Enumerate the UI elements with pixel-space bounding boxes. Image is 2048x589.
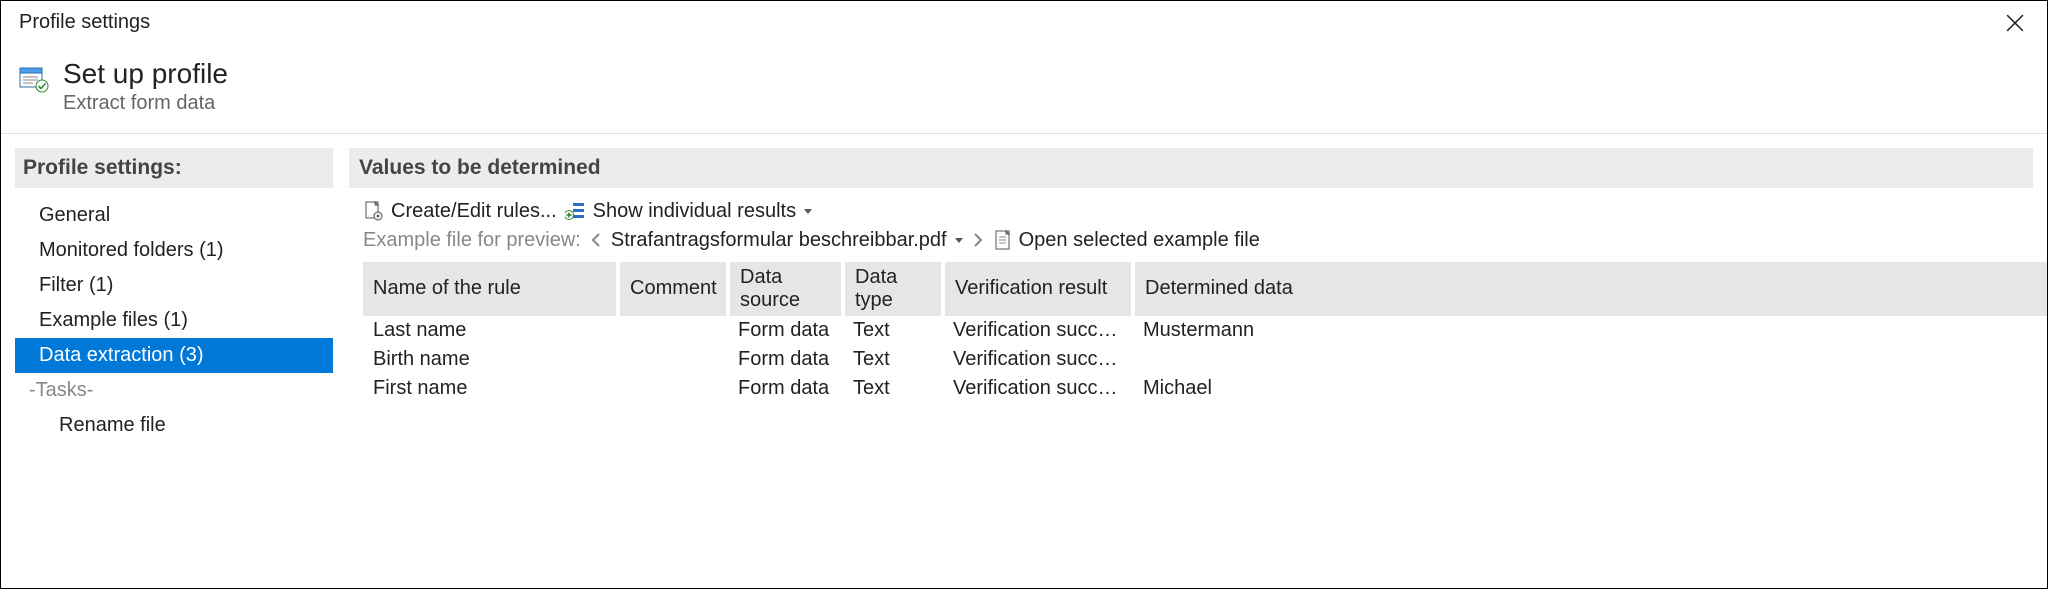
col-data-type[interactable]: Data type <box>843 262 943 316</box>
page-title: Set up profile <box>63 59 228 90</box>
sidebar-item-general[interactable]: General <box>15 198 333 233</box>
sidebar-heading: Profile settings: <box>15 148 333 188</box>
header: Set up profile Extract form data <box>1 45 2047 133</box>
document-gear-icon <box>363 200 385 222</box>
sidebar-item-monitored-folders[interactable]: Monitored folders (1) <box>15 233 333 268</box>
create-edit-rules-button[interactable]: Create/Edit rules... <box>363 200 557 223</box>
sidebar-item-example-files[interactable]: Example files (1) <box>15 303 333 338</box>
cell-source: Form data <box>728 345 843 374</box>
cell-verification: Verification successful <box>943 345 1133 374</box>
table-row[interactable]: First name Form data Text Verification s… <box>363 374 2047 403</box>
window-title: Profile settings <box>19 11 150 34</box>
sidebar-item-data-extraction[interactable]: Data extraction (3) <box>15 338 333 373</box>
example-file-label: Example file for preview: <box>363 229 581 252</box>
cell-type: Text <box>843 374 943 403</box>
chevron-left-icon <box>589 233 603 247</box>
col-comment[interactable]: Comment <box>618 262 728 316</box>
table-header-row: Name of the rule Comment Data source Dat… <box>363 262 2047 316</box>
show-individual-results-label: Show individual results <box>593 200 796 223</box>
sidebar-item-filter[interactable]: Filter (1) <box>15 268 333 303</box>
cell-source: Form data <box>728 374 843 403</box>
cell-comment <box>618 374 728 403</box>
main-panel: Values to be determined Create/Edit rule… <box>335 148 2047 588</box>
chevron-right-icon <box>971 233 985 247</box>
cell-verification: Verification successful <box>943 316 1133 345</box>
list-plus-icon <box>565 200 587 222</box>
cell-rule: Birth name <box>363 345 618 374</box>
close-icon <box>2006 14 2024 32</box>
cell-determined: Mustermann <box>1133 316 2047 345</box>
create-edit-rules-label: Create/Edit rules... <box>391 200 557 223</box>
cell-source: Form data <box>728 316 843 345</box>
cell-determined: Michael <box>1133 374 2047 403</box>
table-row[interactable]: Birth name Form data Text Verification s… <box>363 345 2047 374</box>
chevron-down-icon <box>955 238 963 243</box>
main-heading: Values to be determined <box>349 148 2033 188</box>
cell-comment <box>618 345 728 374</box>
cell-type: Text <box>843 345 943 374</box>
open-example-file-button[interactable]: Open selected example file <box>993 229 1260 252</box>
body: Profile settings: General Monitored fold… <box>1 134 2047 588</box>
show-individual-results-button[interactable]: Show individual results <box>565 200 812 223</box>
open-example-file-label: Open selected example file <box>1019 229 1260 252</box>
col-rule-name[interactable]: Name of the rule <box>363 262 618 316</box>
close-button[interactable] <box>1995 3 2035 43</box>
prev-example-button[interactable] <box>589 233 603 247</box>
titlebar: Profile settings <box>1 1 2047 45</box>
cell-determined <box>1133 345 2047 374</box>
chevron-down-icon <box>804 209 812 214</box>
profile-icon <box>19 63 49 93</box>
example-file-name: Strafantragsformular beschreibbar.pdf <box>611 229 947 252</box>
example-file-dropdown[interactable]: Strafantragsformular beschreibbar.pdf <box>611 229 963 252</box>
table-row[interactable]: Last name Form data Text Verification su… <box>363 316 2047 345</box>
sidebar-group-tasks: -Tasks- <box>15 373 335 408</box>
cell-comment <box>618 316 728 345</box>
page-subtitle: Extract form data <box>63 92 228 115</box>
cell-rule: Last name <box>363 316 618 345</box>
sidebar-item-rename-file[interactable]: Rename file <box>15 408 333 443</box>
document-icon <box>993 229 1013 251</box>
toolbar-row-2: Example file for preview: Strafantragsfo… <box>363 229 2033 252</box>
next-example-button[interactable] <box>971 233 985 247</box>
cell-verification: Verification successful <box>943 374 1133 403</box>
col-determined[interactable]: Determined data <box>1133 262 2047 316</box>
col-data-source[interactable]: Data source <box>728 262 843 316</box>
toolbar-row-1: Create/Edit rules... Show individual res… <box>363 200 2033 223</box>
cell-rule: First name <box>363 374 618 403</box>
header-text: Set up profile Extract form data <box>63 59 228 115</box>
cell-type: Text <box>843 316 943 345</box>
toolbar: Create/Edit rules... Show individual res… <box>349 200 2033 252</box>
rules-table: Name of the rule Comment Data source Dat… <box>363 262 2047 403</box>
sidebar: Profile settings: General Monitored fold… <box>1 148 335 588</box>
profile-settings-window: Profile settings Set up profile Extract … <box>0 0 2048 589</box>
col-verification[interactable]: Verification result <box>943 262 1133 316</box>
